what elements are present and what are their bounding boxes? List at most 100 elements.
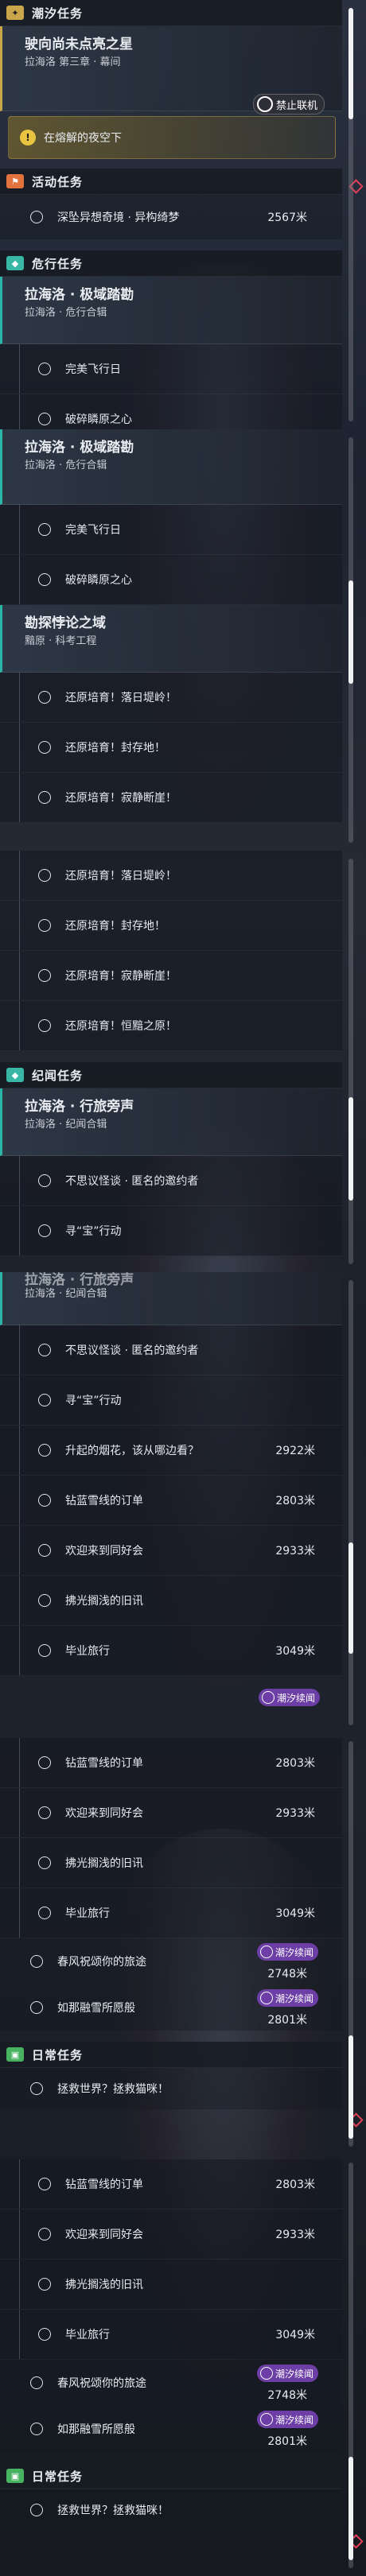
scrollbar[interactable] bbox=[348, 8, 353, 421]
radio-icon bbox=[38, 523, 51, 536]
list-item[interactable]: 还原培育！恒黯之原！ bbox=[0, 1001, 342, 1051]
list-item[interactable]: 拂光搁浅的旧讯 bbox=[0, 1838, 342, 1888]
radio-icon bbox=[38, 1019, 51, 1032]
list-item[interactable]: 钻蓝雪线的订单 2803米 bbox=[0, 2159, 342, 2209]
distance: 2803米 bbox=[275, 2178, 315, 2191]
list-item[interactable]: 不思议怪谈 · 匿名的邀约者 bbox=[0, 1325, 342, 1375]
quest-label: 还原培育！恒黯之原！ bbox=[65, 1020, 177, 1033]
story-quest-header[interactable]: ◆ 纪闻任务 bbox=[0, 1062, 342, 1088]
quest-card[interactable]: 勘探悖论之域 黯原 · 科考工程 bbox=[0, 605, 342, 673]
quest-label: 春风祝颂你的旅途 bbox=[57, 2377, 146, 2390]
quest-card[interactable]: 拉海洛 · 极域踏勘 拉海洛 · 危行合辑 bbox=[0, 429, 342, 505]
radio-icon bbox=[30, 2001, 43, 2014]
list-item[interactable]: 还原培育！落日堤岭！ bbox=[0, 673, 342, 723]
sequel-icon bbox=[261, 1691, 274, 1704]
scrollbar[interactable] bbox=[348, 1280, 353, 1725]
list-item[interactable]: 毕业旅行 3049米 bbox=[0, 1888, 342, 1938]
list-item[interactable]: 升起的烟花，该从哪边看？ 2922米 bbox=[0, 1426, 342, 1476]
list-item[interactable]: 深坠异想奇境 · 异构绮梦 2567米 bbox=[0, 195, 342, 239]
list-item[interactable]: 完美飞行日 bbox=[0, 505, 342, 555]
list-item[interactable]: 钻蓝雪线的订单 2803米 bbox=[0, 1738, 342, 1788]
tidal-quest-header[interactable]: ✦ 潮汐任务 bbox=[0, 0, 342, 26]
radio-icon bbox=[38, 2178, 51, 2190]
list-item[interactable]: 还原培育！封存地！ bbox=[0, 901, 342, 951]
list-item[interactable]: 钻蓝雪线的订单 2803米 bbox=[0, 1476, 342, 1526]
activity-quest-header[interactable]: ⚑ 活动任务 bbox=[0, 169, 342, 195]
list-item[interactable]: 欢迎来到同好会 2933米 bbox=[0, 1788, 342, 1838]
list-item[interactable]: 拂光搁浅的旧讯 bbox=[0, 1576, 342, 1626]
list-item[interactable]: 欢迎来到同好会 2933米 bbox=[0, 1526, 342, 1576]
radio-icon bbox=[38, 969, 51, 982]
distance: 2748米 bbox=[267, 2389, 307, 2402]
radio-icon bbox=[30, 211, 43, 223]
quest-panel: 拉海洛 · 行旅旁声 拉海洛 · 纪闻合辑 不思议怪谈 · 匿名的邀约者 寻“宝… bbox=[0, 1272, 342, 1733]
radio-icon bbox=[38, 1344, 51, 1356]
list-item[interactable]: 寻“宝”行动 bbox=[0, 1375, 342, 1426]
radio-icon bbox=[38, 1444, 51, 1457]
list-item[interactable]: 毕业旅行 3049米 bbox=[0, 1626, 342, 1676]
radio-icon bbox=[38, 1756, 51, 1769]
quest-label: 还原培育！寂静断崖！ bbox=[65, 970, 177, 983]
quest-subtitle: 拉海洛 · 危行合辑 bbox=[25, 307, 107, 319]
radio-icon bbox=[30, 2082, 43, 2095]
tidal-sequel-badge: 潮汐续闻 bbox=[256, 2411, 318, 2428]
quest-subtitle: 拉海洛 第三章 · 幕间 bbox=[25, 56, 121, 68]
distance: 2801米 bbox=[267, 2014, 307, 2027]
list-item[interactable]: 如那融雪所愿般 2801米 潮汐续闻 bbox=[0, 2406, 342, 2452]
list-item[interactable]: 如那融雪所愿般 2801米 潮汐续闻 bbox=[0, 1984, 342, 2031]
list-item[interactable]: 拯救世界？拯救猫咪！ bbox=[0, 2068, 342, 2109]
scrollbar[interactable] bbox=[348, 1741, 353, 2147]
scrollbar[interactable] bbox=[348, 437, 353, 843]
radio-icon bbox=[38, 2278, 51, 2291]
radio-icon bbox=[38, 2228, 51, 2240]
badge-label: 潮汐续闻 bbox=[276, 1692, 315, 1704]
list-item[interactable]: 破碎瞵原之心 bbox=[0, 555, 342, 605]
list-item[interactable]: 欢迎来到同好会 2933米 bbox=[0, 2209, 342, 2260]
list-item[interactable]: 还原培育！寂静断崖！ bbox=[0, 773, 342, 823]
list-item[interactable]: 春风祝颂你的旅途 2748米 潮汐续闻 bbox=[0, 2360, 342, 2406]
list-item[interactable]: 还原培育！落日堤岭！ bbox=[0, 851, 342, 901]
list-item[interactable]: 寻“宝”行动 bbox=[0, 1206, 342, 1256]
daily-quest-header[interactable]: ▣ 日常任务 bbox=[0, 2463, 342, 2489]
distance: 3049米 bbox=[275, 2329, 315, 2341]
quest-label: 不思议怪谈 · 匿名的邀约者 bbox=[65, 1344, 199, 1357]
list-item[interactable]: 毕业旅行 3049米 bbox=[0, 2310, 342, 2360]
list-item[interactable]: 完美飞行日 bbox=[0, 344, 342, 394]
radio-icon bbox=[38, 741, 51, 754]
daily-quest-header[interactable]: ▣ 日常任务 bbox=[0, 2042, 342, 2068]
quest-label: 毕业旅行 bbox=[65, 1907, 110, 1920]
distance: 2803米 bbox=[275, 1495, 315, 1507]
quest-title: 拉海洛 · 行旅旁声 bbox=[25, 1099, 134, 1115]
quest-label: 还原培育！落日堤岭！ bbox=[65, 870, 177, 883]
quest-panel: 拉海洛 · 极域踏勘 拉海洛 · 危行合辑 完美飞行日 破碎瞵原之心 勘探悖论之… bbox=[0, 429, 342, 851]
tag-label: 禁止联机 bbox=[275, 99, 317, 112]
distance: 2801米 bbox=[267, 2435, 307, 2448]
quest-subtitle: 拉海洛 · 纪闻合辑 bbox=[25, 1288, 107, 1300]
quest-label: 钻蓝雪线的订单 bbox=[65, 1757, 143, 1770]
scrollbar[interactable] bbox=[348, 2163, 353, 2568]
quest-label: 如那融雪所愿般 bbox=[57, 2002, 135, 2015]
quest-label: 还原培育！寂静断崖！ bbox=[65, 792, 177, 805]
scrollbar[interactable] bbox=[348, 859, 353, 1264]
list-item[interactable]: 拂光搁浅的旧讯 bbox=[0, 2260, 342, 2310]
tidal-sequel-badge: 潮汐续闻 bbox=[256, 1989, 318, 2007]
list-item[interactable]: 拯救世界？拯救猫咪！ bbox=[0, 2489, 342, 2531]
radio-icon bbox=[38, 869, 51, 882]
quest-card[interactable]: 拉海洛 · 极域踏勘 拉海洛 · 危行合辑 bbox=[0, 277, 342, 344]
quest-label: 不思议怪谈 · 匿名的邀约者 bbox=[65, 1175, 199, 1188]
subquest-item[interactable]: ! 在熔解的夜空下 bbox=[8, 116, 336, 159]
quest-card[interactable]: 拉海洛 · 行旅旁声 拉海洛 · 纪闻合辑 bbox=[0, 1272, 342, 1325]
list-item[interactable]: 破碎瞵原之心 bbox=[0, 394, 342, 429]
list-item[interactable]: 春风祝颂你的旅途 2748米 潮汐续闻 bbox=[0, 1938, 342, 1984]
danger-quest-header[interactable]: ◆ 危行任务 bbox=[0, 250, 342, 277]
tidal-sequel-badge: 潮汐续闻 bbox=[256, 2365, 318, 2382]
quest-card[interactable]: 拉海洛 · 行旅旁声 拉海洛 · 纪闻合辑 bbox=[0, 1088, 342, 1156]
radio-icon bbox=[38, 1544, 51, 1557]
radio-icon bbox=[38, 791, 51, 804]
radio-icon bbox=[38, 1174, 51, 1187]
list-item[interactable]: 不思议怪谈 · 匿名的邀约者 bbox=[0, 1156, 342, 1206]
quest-label: 还原培育！落日堤岭！ bbox=[65, 692, 177, 704]
list-item[interactable]: 还原培育！寂静断崖！ bbox=[0, 951, 342, 1001]
list-item[interactable]: 还原培育！封存地！ bbox=[0, 723, 342, 773]
tidal-sequel-badge: 潮汐续闻 bbox=[258, 1689, 320, 1706]
